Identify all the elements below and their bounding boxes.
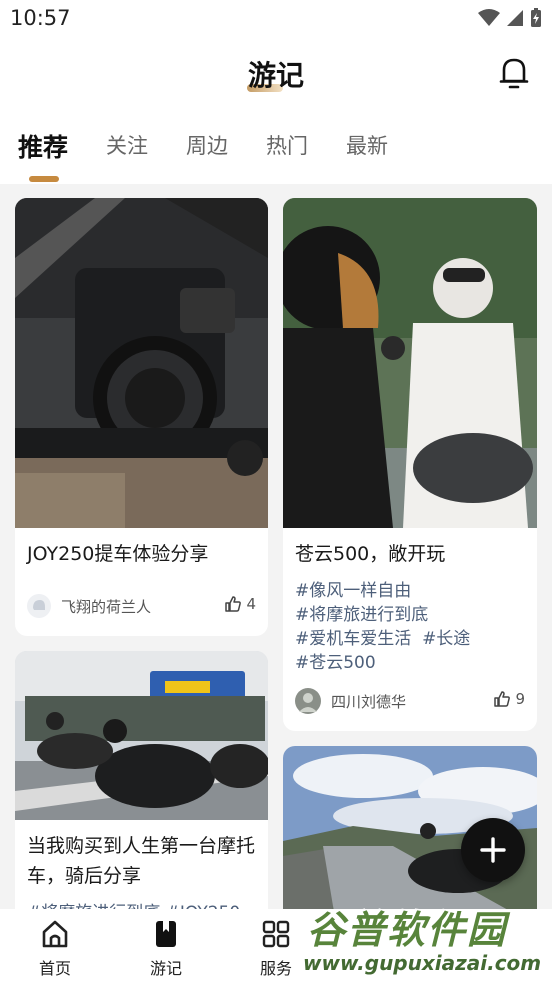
post-card[interactable]: JOY250提车体验分享 飞翔的荷兰人 4	[15, 198, 268, 636]
like-number: 4	[246, 595, 256, 613]
post-title: JOY250提车体验分享	[27, 543, 209, 565]
home-icon	[42, 920, 68, 948]
watermark: 谷普软件园 www.gupuxiazai.com	[303, 895, 552, 983]
like-count[interactable]: 4	[224, 595, 256, 613]
battery-icon	[531, 8, 541, 27]
avatar	[27, 594, 51, 618]
tab-latest[interactable]: 最新	[346, 130, 388, 160]
post-tag[interactable]: #苍云500	[295, 653, 376, 673]
post-image-group-ride	[15, 651, 268, 820]
nav-travelogue[interactable]: 游记	[131, 919, 201, 979]
thumbs-up-icon	[225, 596, 242, 612]
post-author[interactable]: 四川刘德华	[295, 688, 406, 714]
post-card[interactable]: 当我购买到人生第一台摩托车，骑后分享 #将摩旅进行到底 #JOY250	[15, 651, 268, 951]
status-bar: 10:57	[0, 0, 552, 38]
status-time: 10:57	[10, 6, 71, 30]
tab-nearby[interactable]: 周边	[186, 130, 228, 160]
thumbs-up-icon	[494, 691, 511, 707]
signal-icon	[507, 10, 523, 26]
nav-service[interactable]: 服务	[241, 919, 311, 979]
post-card[interactable]: 苍云500，敞开玩 #像风一样自由 #将摩旅进行到底 #爱机车爱生活 #长途 #…	[283, 198, 537, 731]
tab-hot[interactable]: 热门	[266, 130, 308, 160]
nav-service-label: 服务	[259, 959, 292, 978]
app-header: 游记	[0, 38, 552, 110]
status-icons	[478, 8, 542, 28]
page-title: 游记	[247, 59, 304, 92]
user-photo-icon	[299, 693, 317, 712]
tab-indicator	[29, 176, 59, 182]
grid-icon	[262, 920, 290, 948]
nav-home-label: 首页	[38, 959, 71, 978]
post-tag[interactable]: #长途	[422, 629, 470, 649]
post-title: 苍云500，敞开玩	[295, 543, 446, 565]
watermark-url: www.gupuxiazai.com	[303, 951, 542, 975]
avatar	[295, 688, 321, 714]
nav-travelogue-label: 游记	[149, 959, 182, 978]
wifi-icon	[478, 9, 500, 26]
post-tag[interactable]: #像风一样自由	[295, 581, 411, 601]
like-number: 9	[515, 690, 525, 708]
author-name: 四川刘德华	[331, 692, 407, 711]
post-tag[interactable]: #爱机车爱生活	[295, 629, 411, 649]
category-tabs: 推荐 关注 周边 热门 最新	[0, 110, 552, 184]
helmet-avatar-icon	[33, 600, 45, 610]
plus-icon	[480, 837, 506, 863]
watermark-logo: 谷普软件园	[307, 908, 508, 952]
author-name: 飞翔的荷兰人	[61, 597, 152, 616]
post-tag[interactable]: #将摩旅进行到底	[295, 605, 428, 625]
post-title: 当我购买到人生第一台摩托车，骑后分享	[27, 835, 256, 887]
nav-home[interactable]: 首页	[20, 919, 90, 979]
tab-following[interactable]: 关注	[106, 130, 148, 160]
post-author[interactable]: 飞翔的荷兰人	[27, 594, 151, 618]
post-tags: #像风一样自由 #将摩旅进行到底 #爱机车爱生活 #长途 #苍云500	[295, 579, 529, 675]
post-image-engine	[15, 198, 268, 528]
travelogue-icon	[156, 921, 176, 947]
like-count[interactable]: 9	[493, 690, 525, 708]
create-post-button[interactable]	[461, 818, 525, 882]
post-image-riders	[283, 198, 537, 528]
tab-recommended[interactable]: 推荐	[18, 128, 68, 164]
bell-icon[interactable]	[498, 56, 530, 90]
